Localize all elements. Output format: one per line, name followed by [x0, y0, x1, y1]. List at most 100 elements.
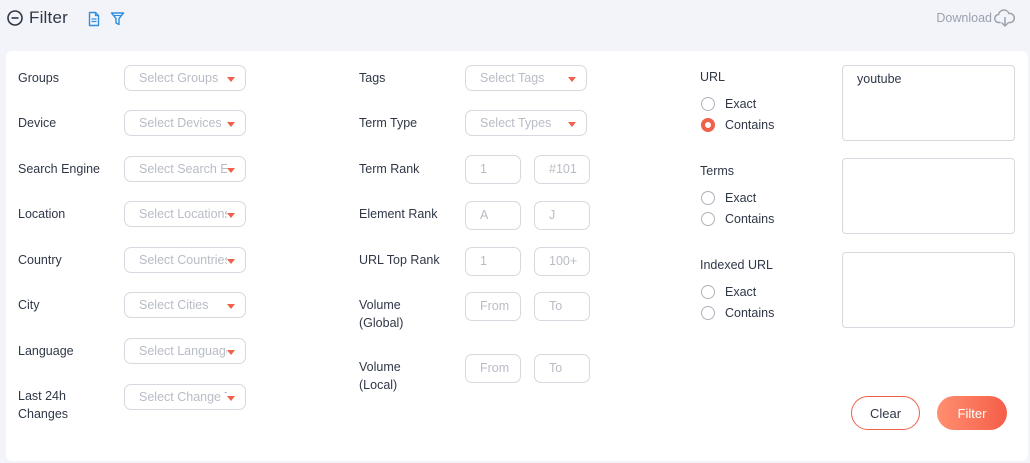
filter-funnel-icon[interactable]: [110, 11, 126, 27]
term-rank-from-input[interactable]: 1: [465, 155, 521, 184]
clear-button[interactable]: Clear: [851, 396, 920, 430]
page-title: Filter: [29, 8, 68, 27]
url-label: URL: [700, 70, 726, 84]
element-rank-label: Element Rank: [359, 207, 438, 221]
search-engine-placeholder: Select Search En: [139, 162, 227, 176]
url-textarea[interactable]: youtube: [842, 65, 1015, 141]
url-exact-radio[interactable]: Exact: [701, 97, 756, 111]
country-placeholder: Select Countries: [139, 253, 227, 267]
volume-local-label-line1: Volume: [359, 360, 401, 374]
volume-local-to-placeholder: To: [549, 361, 563, 375]
changes-label: Last 24h Changes: [18, 387, 68, 423]
filter-header: Filter Download: [0, 0, 1030, 44]
volume-global-label-line1: Volume: [359, 298, 401, 312]
changes-select[interactable]: Select Change T: [124, 384, 246, 410]
indexed-url-label: Indexed URL: [700, 258, 773, 272]
groups-label: Groups: [18, 71, 59, 85]
element-rank-to-placeholder: J: [549, 208, 556, 222]
radio-circle: [701, 306, 715, 320]
chevron-down-icon: [227, 122, 235, 127]
collapse-icon[interactable]: [7, 10, 23, 26]
terms-contains-radio[interactable]: Contains: [701, 212, 774, 226]
changes-label-line2: Changes: [18, 407, 69, 421]
indexed-url-contains-radio[interactable]: Contains: [701, 306, 774, 320]
volume-global-to-placeholder: To: [549, 299, 563, 313]
indexed-url-exact-radio[interactable]: Exact: [701, 285, 756, 299]
term-type-select[interactable]: Select Types: [465, 110, 587, 136]
terms-exact-radio[interactable]: Exact: [701, 191, 756, 205]
term-type-label: Term Type: [359, 116, 418, 130]
term-rank-to-input[interactable]: #101: [534, 155, 590, 184]
chevron-down-icon: [227, 350, 235, 355]
volume-local-to-input[interactable]: To: [534, 354, 590, 383]
chevron-down-icon: [227, 168, 235, 173]
volume-local-label: Volume (Local): [359, 358, 401, 394]
volume-global-to-input[interactable]: To: [534, 292, 590, 321]
country-label: Country: [18, 253, 62, 267]
document-icon[interactable]: [86, 11, 102, 27]
volume-global-from-placeholder: From: [480, 299, 510, 313]
tags-select[interactable]: Select Tags: [465, 65, 587, 91]
language-select[interactable]: Select Languages: [124, 338, 246, 364]
indexed-url-contains-label: Contains: [725, 306, 775, 320]
tags-label: Tags: [359, 71, 386, 85]
url-top-rank-to-input[interactable]: 100+: [534, 247, 590, 276]
term-rank-to-placeholder: #101: [549, 162, 577, 176]
chevron-down-icon: [568, 122, 576, 127]
terms-textarea[interactable]: [842, 158, 1015, 234]
element-rank-from-placeholder: A: [480, 208, 489, 222]
terms-exact-label: Exact: [725, 191, 757, 205]
volume-global-label-line2: (Global): [359, 316, 404, 330]
terms-contains-label: Contains: [725, 212, 775, 226]
url-contains-radio[interactable]: Contains: [701, 118, 774, 132]
cloud-download-icon: [994, 9, 1016, 27]
volume-local-from-input[interactable]: From: [465, 354, 521, 383]
term-rank-label: Term Rank: [359, 162, 420, 176]
country-select[interactable]: Select Countries: [124, 247, 246, 273]
radio-circle: [701, 212, 715, 226]
volume-local-from-placeholder: From: [480, 361, 510, 375]
filter-button[interactable]: Filter: [937, 396, 1007, 430]
location-select[interactable]: Select Locations: [124, 201, 246, 227]
device-label: Device: [18, 116, 57, 130]
city-select[interactable]: Select Cities: [124, 292, 246, 318]
changes-placeholder: Select Change T: [139, 390, 227, 404]
language-label: Language: [18, 344, 74, 358]
search-engine-label: Search Engine: [18, 162, 101, 176]
element-rank-to-input[interactable]: J: [534, 201, 590, 230]
radio-circle: [701, 285, 715, 299]
tags-placeholder: Select Tags: [480, 71, 545, 85]
radio-circle: [701, 191, 715, 205]
changes-label-line1: Last 24h: [18, 389, 66, 403]
download-label: Download: [936, 11, 992, 25]
location-placeholder: Select Locations: [139, 207, 227, 221]
groups-placeholder: Select Groups: [139, 71, 219, 85]
chevron-down-icon: [227, 259, 235, 264]
indexed-url-textarea[interactable]: [842, 252, 1015, 328]
device-select[interactable]: Select Devices: [124, 110, 246, 136]
url-contains-label: Contains: [725, 118, 775, 132]
radio-circle-selected: [701, 118, 715, 132]
url-exact-label: Exact: [725, 97, 757, 111]
url-value: youtube: [857, 72, 902, 86]
element-rank-from-input[interactable]: A: [465, 201, 521, 230]
chevron-down-icon: [568, 77, 576, 82]
download-button[interactable]: Download: [936, 8, 1016, 28]
device-placeholder: Select Devices: [139, 116, 222, 130]
groups-select[interactable]: Select Groups: [124, 65, 246, 91]
filter-title-toggle[interactable]: Filter: [7, 8, 68, 28]
term-type-placeholder: Select Types: [480, 116, 552, 130]
location-label: Location: [18, 207, 66, 221]
search-engine-select[interactable]: Select Search En: [124, 156, 246, 182]
url-top-rank-to-placeholder: 100+: [549, 254, 578, 268]
chevron-down-icon: [227, 396, 235, 401]
indexed-url-exact-label: Exact: [725, 285, 757, 299]
chevron-down-icon: [227, 213, 235, 218]
volume-global-from-input[interactable]: From: [465, 292, 521, 321]
language-placeholder: Select Languages: [139, 344, 227, 358]
url-top-rank-label: URL Top Rank: [359, 253, 440, 267]
url-top-rank-from-input[interactable]: 1: [465, 247, 521, 276]
url-top-rank-from-placeholder: 1: [480, 254, 487, 268]
volume-local-label-line2: (Local): [359, 378, 398, 392]
term-rank-from-placeholder: 1: [480, 162, 487, 176]
